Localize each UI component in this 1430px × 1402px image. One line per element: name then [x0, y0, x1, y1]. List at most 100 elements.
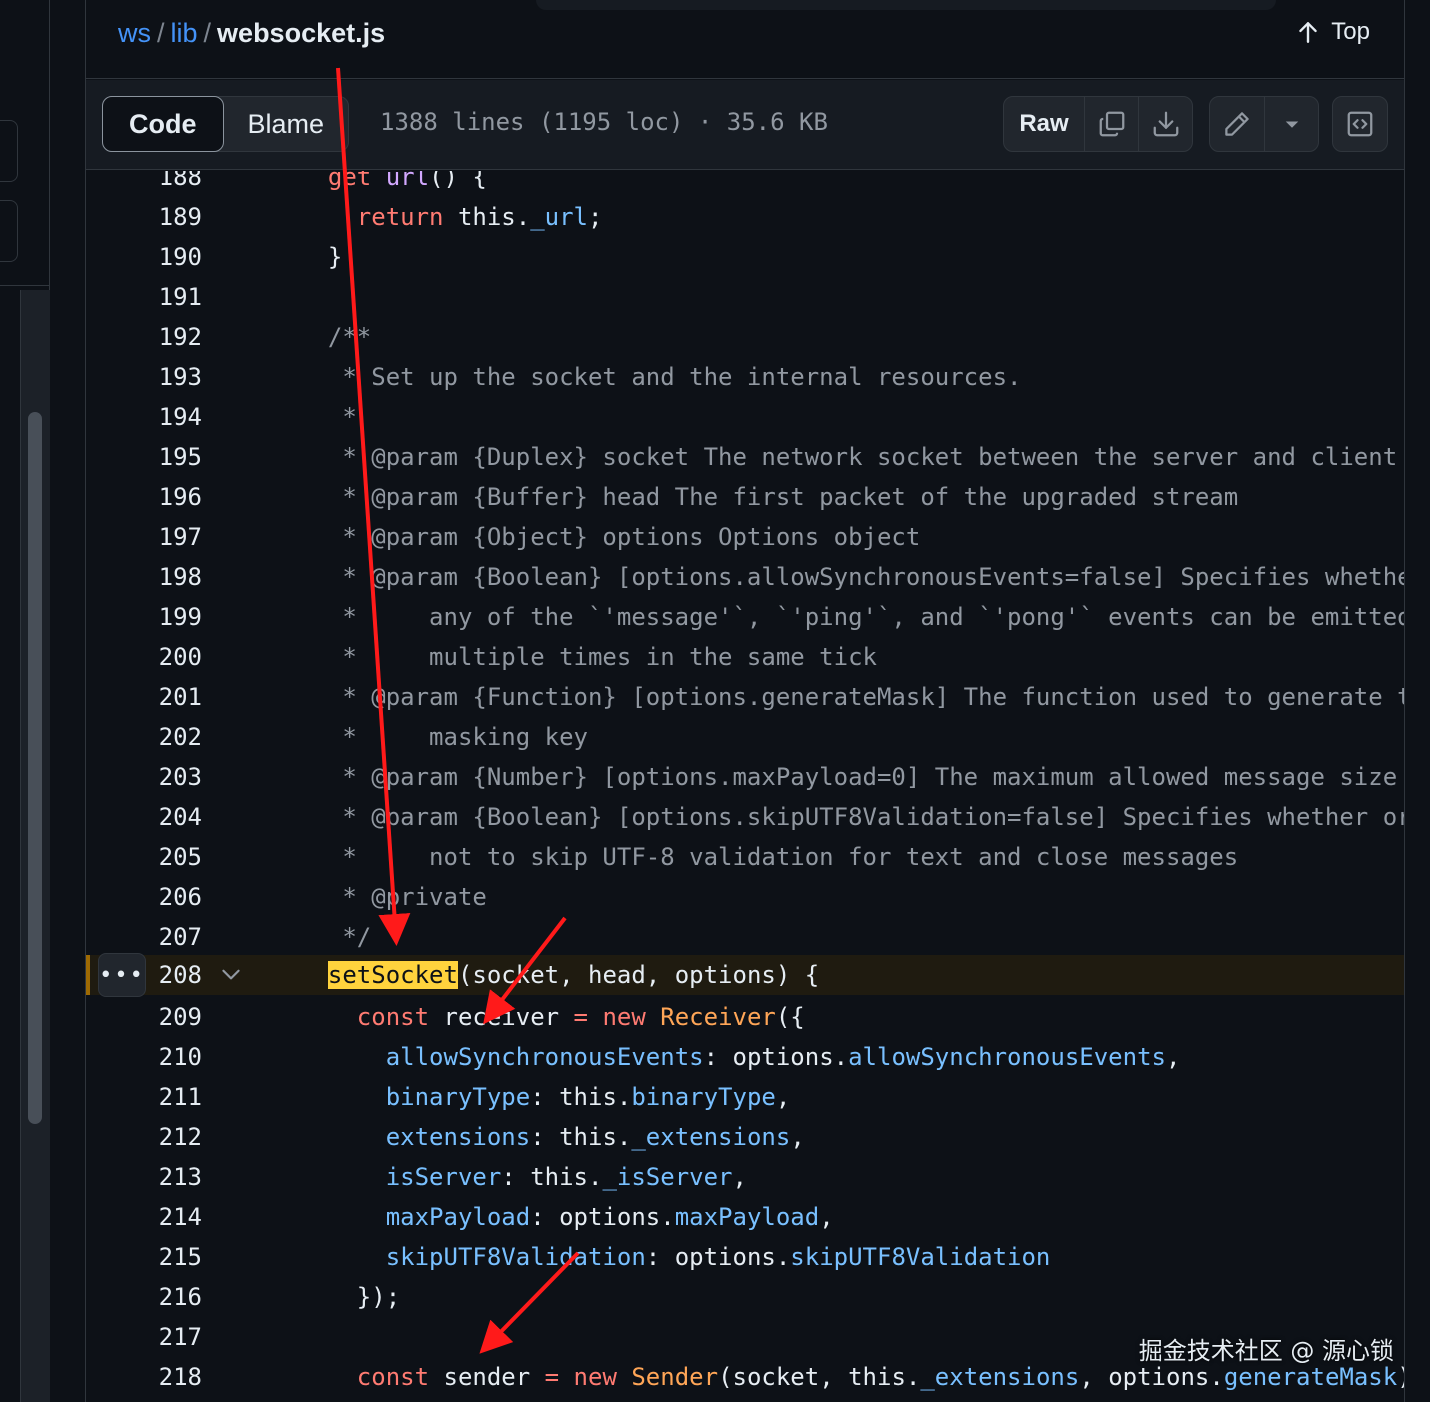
line-number[interactable]: 208: [132, 961, 202, 989]
line-number[interactable]: 198: [132, 563, 202, 591]
symbols-panel-button[interactable]: [1333, 97, 1387, 151]
line-number[interactable]: 211: [132, 1083, 202, 1111]
top-button[interactable]: Top: [1295, 18, 1370, 46]
line-number[interactable]: 189: [132, 203, 202, 231]
code-line: 206 * @private: [86, 877, 1404, 917]
left-rail: [0, 0, 50, 1402]
line-source: extensions: this._extensions,: [385, 1123, 805, 1151]
line-number[interactable]: 201: [132, 683, 202, 711]
code-line: 191: [86, 277, 1404, 317]
line-source: /**: [299, 323, 372, 351]
line-source: * masking key: [299, 723, 588, 751]
line-source: const receiver = new Receiver({: [356, 1003, 805, 1031]
raw-copy-download-group: Raw: [1003, 96, 1193, 152]
line-number[interactable]: 218: [132, 1363, 202, 1391]
file-header: ws / lib / websocket.js Top: [86, 0, 1404, 79]
file-toolbar: Code Blame 1388 lines (1195 loc) · 35.6 …: [86, 80, 1404, 170]
download-button[interactable]: [1138, 97, 1192, 151]
code-line: 190 }: [86, 237, 1404, 277]
line-number[interactable]: 205: [132, 843, 202, 871]
line-source: });: [299, 1283, 401, 1311]
code-line: 212 extensions: this._extensions,: [86, 1117, 1404, 1157]
line-source: get url() {: [327, 171, 487, 191]
line-source: * @private: [299, 883, 487, 911]
line-number[interactable]: 202: [132, 723, 202, 751]
line-source: * any of the `'message'`, `'ping'`, and …: [299, 603, 1404, 631]
line-number[interactable]: 190: [132, 243, 202, 271]
code-line: 196 * @param {Buffer} head The first pac…: [86, 477, 1404, 517]
line-source: * @param {Boolean} [options.skipUTF8Vali…: [299, 803, 1404, 831]
line-number[interactable]: 212: [132, 1123, 202, 1151]
line-source: * not to skip UTF-8 validation for text …: [299, 843, 1239, 871]
raw-button[interactable]: Raw: [1004, 97, 1084, 151]
code-line: 198 * @param {Boolean} [options.allowSyn…: [86, 557, 1404, 597]
scrollbar-thumb[interactable]: [28, 412, 42, 1124]
line-number[interactable]: 217: [132, 1323, 202, 1351]
edit-button[interactable]: [1210, 97, 1264, 151]
triangle-down-icon: [1285, 121, 1298, 128]
code-line: 207 */: [86, 917, 1404, 957]
sticky-header-shadow: [536, 0, 1276, 10]
rail-tab[interactable]: [0, 200, 18, 262]
line-number[interactable]: 196: [132, 483, 202, 511]
code-view[interactable]: 188 get url() { 189 return this._url; 19…: [86, 171, 1404, 1402]
breadcrumb-dir-link[interactable]: lib: [171, 18, 198, 48]
line-number[interactable]: 209: [132, 1003, 202, 1031]
code-line: 213 isServer: this._isServer,: [86, 1157, 1404, 1197]
code-line: 209 const receiver = new Receiver({: [86, 997, 1404, 1037]
line-source: return this._url;: [356, 203, 603, 231]
line-number[interactable]: 193: [132, 363, 202, 391]
line-number[interactable]: 215: [132, 1243, 202, 1271]
code-line: 197 * @param {Object} options Options ob…: [86, 517, 1404, 557]
pencil-icon: [1225, 112, 1249, 136]
line-number[interactable]: 203: [132, 763, 202, 791]
breadcrumb-repo-link[interactable]: ws: [118, 18, 151, 48]
line-number[interactable]: 191: [132, 283, 202, 311]
code-line: 189 return this._url;: [86, 197, 1404, 237]
view-mode-toggle: Code Blame: [102, 96, 350, 152]
line-number[interactable]: 199: [132, 603, 202, 631]
line-number[interactable]: 194: [132, 403, 202, 431]
symbols-panel-icon: [1347, 111, 1373, 137]
breadcrumb-file-name: websocket.js: [217, 18, 386, 48]
line-number[interactable]: 197: [132, 523, 202, 551]
line-number[interactable]: 192: [132, 323, 202, 351]
line-number[interactable]: 210: [132, 1043, 202, 1071]
code-line: 188 get url() {: [86, 171, 1404, 197]
line-number[interactable]: 216: [132, 1283, 202, 1311]
line-source: * @param {Duplex} socket The network soc…: [299, 443, 1398, 471]
line-number[interactable]: 206: [132, 883, 202, 911]
line-number[interactable]: 200: [132, 643, 202, 671]
line-number[interactable]: 214: [132, 1203, 202, 1231]
line-source: */: [299, 923, 372, 951]
file-meta: 1388 lines (1195 loc) · 35.6 KB: [380, 108, 828, 136]
code-line: 204 * @param {Boolean} [options.skipUTF8…: [86, 797, 1404, 837]
code-line: 201 * @param {Function} [options.generat…: [86, 677, 1404, 717]
code-line: 211 binaryType: this.binaryType,: [86, 1077, 1404, 1117]
line-source: binaryType: this.binaryType,: [385, 1083, 791, 1111]
line-number[interactable]: 213: [132, 1163, 202, 1191]
line-number[interactable]: 195: [132, 443, 202, 471]
code-line: 215 skipUTF8Validation: options.skipUTF8…: [86, 1237, 1404, 1277]
line-number[interactable]: 204: [132, 803, 202, 831]
code-line: 195 * @param {Duplex} socket The network…: [86, 437, 1404, 477]
rail-tab[interactable]: [0, 120, 18, 182]
code-tab[interactable]: Code: [102, 96, 224, 152]
line-number[interactable]: 188: [132, 171, 202, 191]
edit-dropdown-button[interactable]: [1264, 97, 1318, 151]
breadcrumb-separator: /: [157, 18, 165, 48]
breadcrumb-separator: /: [203, 18, 212, 48]
top-button-label: Top: [1331, 18, 1370, 45]
code-line-highlighted: ••• 208 setSocket(socket, head, options)…: [86, 953, 1404, 997]
code-line: 205 * not to skip UTF-8 validation for t…: [86, 837, 1404, 877]
line-source: * @param {Buffer} head The first packet …: [299, 483, 1239, 511]
code-line: 194 *: [86, 397, 1404, 437]
copy-raw-button[interactable]: [1084, 97, 1138, 151]
chevron-down-icon[interactable]: [218, 961, 244, 987]
watermark: 掘金技术社区 @ 源心锁: [1138, 1337, 1394, 1365]
search-match: setSocket: [327, 961, 458, 989]
divider: [0, 285, 50, 286]
line-number[interactable]: 207: [132, 923, 202, 951]
blame-tab[interactable]: Blame: [224, 97, 349, 151]
code-line: 200 * multiple times in the same tick: [86, 637, 1404, 677]
